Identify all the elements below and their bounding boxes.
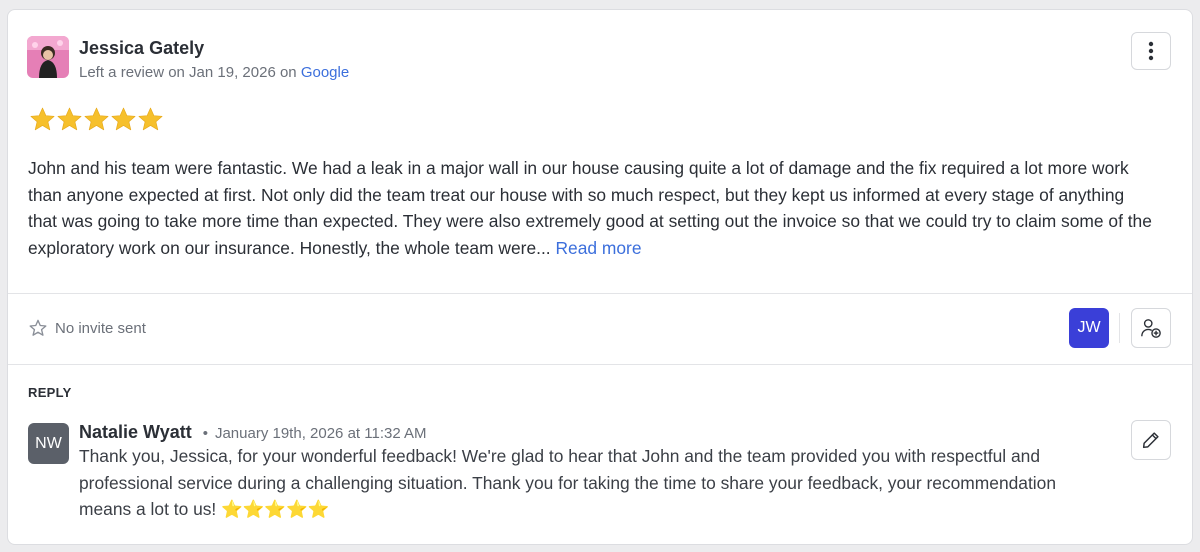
more-options-button[interactable] [1131, 32, 1171, 70]
reply-section-heading: REPLY [28, 385, 72, 400]
star-rating [29, 106, 164, 133]
reviewer-info: Jessica Gately Left a review on Jan 19, … [79, 37, 349, 83]
divider [1119, 313, 1120, 343]
reply-text: Thank you, Jessica, for your wonderful f… [79, 446, 1057, 520]
reviewer-name: Jessica Gately [79, 38, 205, 58]
reply: Natalie Wyatt • January 19th, 2026 at 11… [79, 422, 1109, 523]
review-meta-text: Left a review on Jan 19, 2026 on [79, 64, 297, 81]
reply-author-name: Natalie Wyatt [79, 422, 192, 442]
review-source-link[interactable]: Google [301, 64, 349, 81]
star-icon [30, 107, 55, 131]
star-outline-icon [29, 319, 47, 336]
reply-date: January 19th, 2026 at 11:32 AM [214, 425, 427, 442]
add-assignee-button[interactable] [1131, 308, 1171, 348]
reviewer-avatar [27, 36, 69, 78]
review-meta: Left a review on Jan 19, 2026 on Google [79, 63, 349, 83]
edit-reply-button[interactable] [1131, 420, 1171, 460]
divider [8, 293, 1192, 294]
review-header: Jessica Gately Left a review on Jan 19, … [27, 36, 349, 83]
add-user-icon [1141, 319, 1161, 338]
divider [8, 364, 1192, 365]
star-icon [138, 107, 163, 131]
review-text: John and his team were fantastic. We had… [28, 155, 1158, 261]
invite-status: No invite sent [28, 318, 146, 338]
star-icon [111, 107, 136, 131]
separator-dot: • [202, 425, 208, 442]
kebab-menu-icon [1148, 41, 1154, 61]
reply-author-avatar: NW [28, 423, 69, 464]
star-icon [57, 107, 82, 131]
review-card: Jessica Gately Left a review on Jan 19, … [7, 9, 1193, 545]
assignee-avatar[interactable]: JW [1069, 308, 1109, 348]
reply-header: Natalie Wyatt • January 19th, 2026 at 11… [79, 422, 1109, 443]
star-icon [84, 107, 109, 131]
read-more-link[interactable]: Read more [555, 238, 641, 258]
pencil-icon [1142, 432, 1159, 449]
invite-status-label: No invite sent [55, 319, 146, 337]
